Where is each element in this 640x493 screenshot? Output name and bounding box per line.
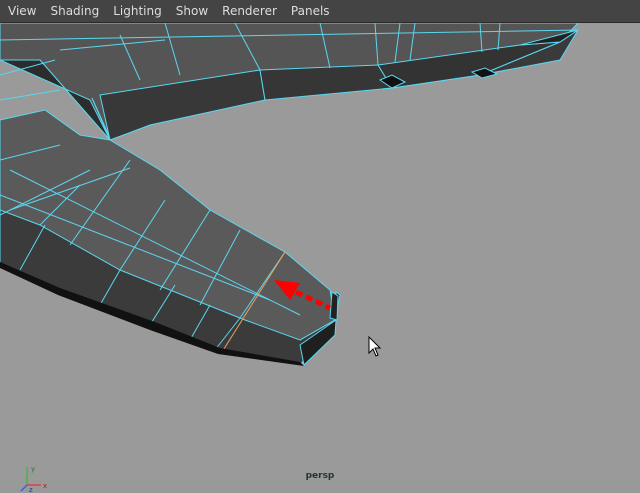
mesh-scene[interactable] <box>0 23 640 480</box>
viewport-menubar: View Shading Lighting Show Renderer Pane… <box>0 0 640 23</box>
menu-shading[interactable]: Shading <box>43 0 106 22</box>
svg-text:z: z <box>29 486 33 493</box>
mesh-upper-body[interactable] <box>0 23 579 141</box>
menu-renderer[interactable]: Renderer <box>215 0 284 22</box>
menu-view[interactable]: View <box>0 0 43 22</box>
mesh-tail[interactable] <box>0 109 341 366</box>
mouse-pointer-icon <box>368 336 382 357</box>
menu-panels[interactable]: Panels <box>284 0 337 22</box>
svg-text:x: x <box>43 482 47 490</box>
perspective-viewport[interactable]: y x z <box>0 23 640 493</box>
menu-lighting[interactable]: Lighting <box>106 0 169 22</box>
menu-show[interactable]: Show <box>169 0 215 22</box>
